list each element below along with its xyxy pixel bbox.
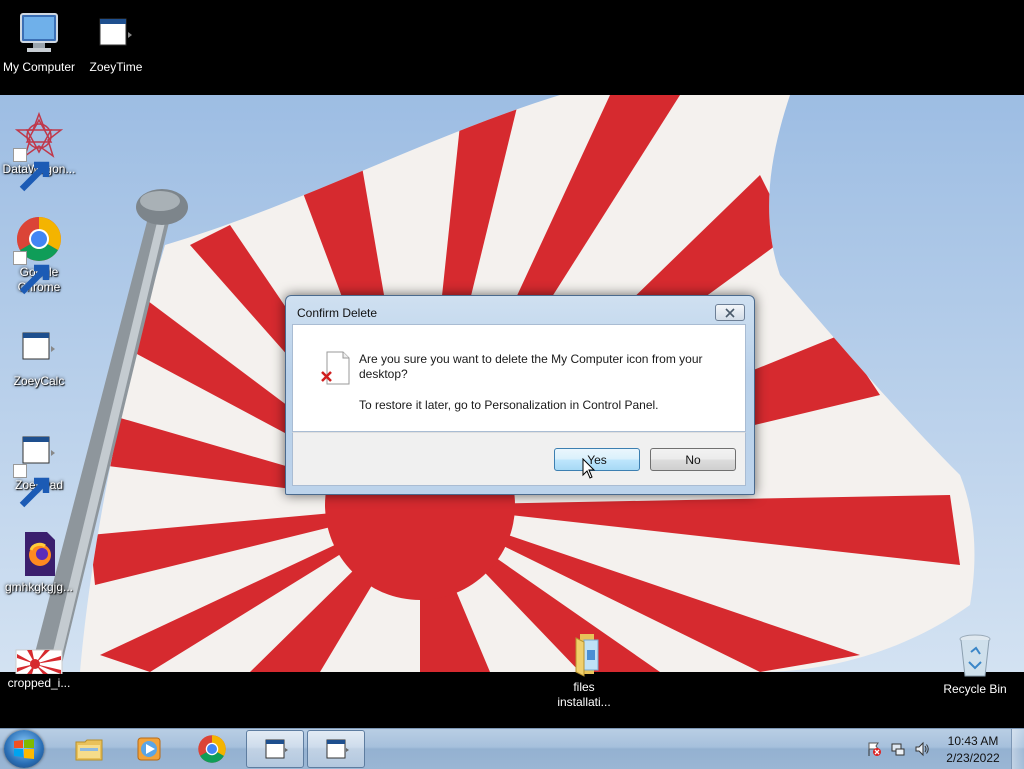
- system-tray: 10:43 AM 2/23/2022: [860, 729, 1024, 769]
- shortcut-arrow-icon: [13, 148, 50, 192]
- shortcut-arrow-icon: [13, 464, 50, 508]
- taskbar-chrome-button[interactable]: [183, 730, 241, 768]
- taskbar-explorer-button[interactable]: [60, 730, 118, 768]
- desktop-icon-label: My Computer: [2, 60, 76, 74]
- app-window-icon: [15, 324, 63, 372]
- desktop-icon-files-installation[interactable]: files installati...: [545, 630, 623, 710]
- app-window-icon: [92, 10, 140, 58]
- close-icon: [725, 307, 735, 318]
- app-window-icon: [13, 428, 63, 508]
- show-desktop-button[interactable]: [1011, 729, 1024, 769]
- computer-icon: [15, 10, 63, 58]
- no-button[interactable]: No: [650, 448, 736, 471]
- windows-logo-icon: [14, 739, 34, 759]
- desktop-icon-label: Recycle Bin: [943, 682, 1007, 696]
- folder-icon: [75, 739, 103, 761]
- dialog-message: Are you sure you want to delete the My C…: [359, 352, 703, 381]
- confirm-delete-dialog: Confirm Delete Are you sure you want to …: [285, 295, 755, 495]
- desktop-icon-zoeycalc[interactable]: ZoeyCalc: [0, 324, 78, 389]
- volume-icon[interactable]: [914, 741, 930, 757]
- clock-date[interactable]: 2/23/2022: [940, 751, 1006, 765]
- mouse-cursor-icon: [582, 458, 596, 479]
- desktop-icon-zoeytime[interactable]: ZoeyTime: [77, 10, 155, 75]
- firefox-file-icon: [15, 530, 63, 578]
- dialog-close-button[interactable]: [715, 304, 745, 321]
- app-window-icon: [326, 739, 349, 759]
- folder-icon: [560, 630, 608, 678]
- desktop-icon-recycle-bin[interactable]: Recycle Bin: [936, 632, 1014, 697]
- yes-button[interactable]: Yes: [554, 448, 640, 471]
- taskbar-media-player-button[interactable]: [120, 730, 178, 768]
- image-thumbnail-icon: [15, 640, 63, 674]
- shortcut-arrow-icon: [13, 251, 50, 295]
- desktop-icon-my-computer[interactable]: My Computer: [0, 10, 78, 75]
- desktop-icon-label: ZoeyCalc: [13, 374, 65, 388]
- taskbar-window-button-1[interactable]: [246, 730, 304, 768]
- delete-file-icon: [321, 351, 350, 385]
- dialog-body: Are you sure you want to delete the My C…: [292, 324, 746, 432]
- datawagon-icon: [13, 112, 63, 192]
- app-window-icon: [265, 739, 288, 759]
- dialog-title: Confirm Delete: [297, 306, 378, 320]
- chrome-icon: [13, 215, 63, 295]
- dialog-restore-hint: To restore it later, go to Personalizati…: [359, 398, 659, 412]
- action-center-flag-icon[interactable]: [866, 741, 882, 757]
- chrome-icon: [198, 735, 226, 763]
- desktop-icon-gmhkgkgjg[interactable]: gmhkgkgjg...: [0, 530, 78, 595]
- taskbar-window-button-2[interactable]: [307, 730, 365, 768]
- clock-time[interactable]: 10:43 AM: [940, 734, 1006, 748]
- desktop-icon-label: ZoeyTime: [89, 60, 143, 74]
- dialog-footer: Yes No: [292, 432, 746, 486]
- desktop-icon-label: gmhkgkgjg...: [4, 580, 74, 594]
- taskbar: 10:43 AM 2/23/2022: [0, 728, 1024, 769]
- desktop-icon-google-chrome[interactable]: Google Chrome: [0, 215, 78, 295]
- desktop-icon-zoeypad[interactable]: ZoeyPad: [0, 428, 78, 508]
- network-icon[interactable]: [890, 741, 906, 757]
- desktop-icon-label: files installati...: [557, 680, 611, 709]
- desktop-icon-datawagon[interactable]: DataWagon...: [0, 112, 78, 192]
- start-button[interactable]: [4, 730, 44, 768]
- recycle-bin-icon: [951, 632, 999, 680]
- desktop-icon-cropped-image[interactable]: cropped_i...: [0, 640, 78, 691]
- media-player-icon: [137, 737, 161, 761]
- desktop-icon-label: cropped_i...: [7, 676, 71, 690]
